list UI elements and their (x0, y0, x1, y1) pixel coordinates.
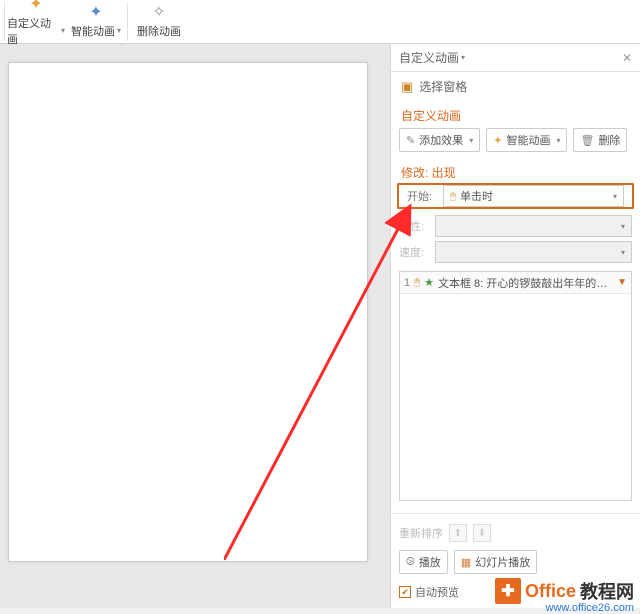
item-index: 1 (404, 277, 410, 289)
checkbox-checked-icon[interactable]: ✔ (399, 586, 411, 598)
property-combobox: ▾ (435, 215, 632, 237)
property-label: 属性: (399, 218, 431, 234)
chevron-down-icon[interactable]: ▾ (461, 53, 465, 62)
speed-combobox: ▾ (435, 241, 632, 263)
watermark: ✚ Office教程网 www.office26.com (495, 578, 634, 604)
chevron-down-icon: ▾ (613, 192, 617, 201)
slideshow-label: 幻灯片播放 (475, 554, 530, 570)
watermark-text-2: 教程网 (580, 578, 634, 604)
select-pane-label: 选择窗格 (419, 78, 467, 95)
chevron-down-icon: ▾ (621, 222, 625, 231)
chevron-down-icon: ▾ (469, 136, 473, 145)
speed-label: 速度: (399, 244, 431, 260)
delete-label: 删除 (598, 132, 620, 148)
slide-canvas-area (0, 44, 390, 608)
item-text: 文本框 8: 开心的锣鼓敲出年年的… (438, 275, 613, 291)
ribbon-toolbar: ✦ 自定义动画▾ ✦ 智能动画▾ ✧ 删除动画 (0, 0, 640, 44)
auto-preview-label: 自动预览 (415, 584, 459, 600)
play-label: 播放 (419, 554, 441, 570)
slideshow-icon: ▦ (461, 556, 471, 569)
smart-anim-button[interactable]: ✦ 智能动画 ▾ (486, 128, 567, 152)
mouse-icon: 🖱 (414, 277, 420, 288)
add-effect-label: 添加效果 (419, 132, 463, 148)
effect-star-icon: ★ (424, 276, 434, 289)
speed-field: 速度: ▾ (391, 239, 640, 265)
reorder-row: 重新排序 ⬆ ⬇ (399, 520, 632, 546)
play-row: ⧁ 播放 ▦ 幻灯片播放 (399, 546, 632, 578)
delete-button[interactable]: 🗑 删除 (573, 128, 627, 152)
start-field-highlight: 开始: 🖱 单击时 ▾ (397, 183, 634, 209)
slideshow-button[interactable]: ▦ 幻灯片播放 (454, 550, 537, 574)
star-outline-icon: ✧ (152, 5, 165, 21)
start-value: 单击时 (460, 188, 493, 204)
smart-animation-button[interactable]: ✦ 智能动画▾ (67, 1, 125, 43)
custom-animation-button[interactable]: ✦ 自定义动画▾ (7, 1, 65, 43)
delete-animation-button[interactable]: ✧ 删除动画 (130, 1, 188, 43)
smart-anim-label: 智能动画 (506, 132, 550, 148)
reorder-label: 重新排序 (399, 525, 443, 541)
star-icon: ✦ (89, 5, 102, 21)
play-icon: ⧁ (406, 556, 415, 569)
separator (127, 3, 128, 41)
panel-header: 自定义动画 ▾ ✕ (391, 44, 640, 72)
panel-title: 自定义动画 (399, 49, 459, 66)
workspace: 自定义动画 ▾ ✕ ▣ 选择窗格 自定义动画 ✎ 添加效果 ▾ ✦ 智能动画 ▾… (0, 44, 640, 608)
sparkle-icon: ✦ (29, 0, 42, 13)
mouse-icon: 🖱 (450, 191, 456, 202)
list-item[interactable]: 1 🖱 ★ 文本框 8: 开心的锣鼓敲出年年的… ▼ (400, 272, 631, 294)
slide[interactable] (8, 62, 368, 562)
delete-anim-label: 删除动画 (137, 23, 181, 39)
modify-label: 修改: 出现 (391, 160, 640, 183)
dropdown-arrow-icon[interactable]: ▼ (617, 277, 627, 288)
move-up-button[interactable]: ⬆ (449, 524, 467, 542)
custom-animation-panel: 自定义动画 ▾ ✕ ▣ 选择窗格 自定义动画 ✎ 添加效果 ▾ ✦ 智能动画 ▾… (390, 44, 640, 608)
chevron-down-icon: ▾ (117, 26, 121, 35)
select-pane-link[interactable]: ▣ 选择窗格 (391, 72, 640, 101)
start-combobox[interactable]: 🖱 单击时 ▾ (443, 185, 624, 207)
smart-anim-label: 智能动画 (71, 23, 115, 39)
sparkle-icon: ✦ (493, 134, 502, 147)
trash-icon: 🗑 (580, 134, 594, 147)
section-title: 自定义动画 (391, 101, 640, 128)
animation-list[interactable]: 1 🖱 ★ 文本框 8: 开心的锣鼓敲出年年的… ▼ (399, 271, 632, 501)
watermark-url: www.office26.com (546, 602, 634, 614)
chevron-down-icon: ▾ (61, 26, 65, 35)
separator (4, 3, 5, 41)
chevron-down-icon: ▾ (621, 248, 625, 257)
watermark-text-1: Office (525, 581, 576, 602)
select-pane-icon: ▣ (401, 79, 413, 95)
move-down-button[interactable]: ⬇ (473, 524, 491, 542)
pencil-icon: ✎ (406, 134, 415, 147)
start-label: 开始: (407, 188, 439, 204)
custom-anim-label: 自定义动画 (7, 15, 59, 47)
add-effect-button[interactable]: ✎ 添加效果 ▾ (399, 128, 480, 152)
close-panel-button[interactable]: ✕ (622, 51, 632, 65)
chevron-down-icon: ▾ (556, 136, 560, 145)
effect-buttons-row: ✎ 添加效果 ▾ ✦ 智能动画 ▾ 🗑 删除 (391, 128, 640, 160)
watermark-icon: ✚ (495, 578, 521, 604)
property-field: 属性: ▾ (391, 213, 640, 239)
play-button[interactable]: ⧁ 播放 (399, 550, 448, 574)
